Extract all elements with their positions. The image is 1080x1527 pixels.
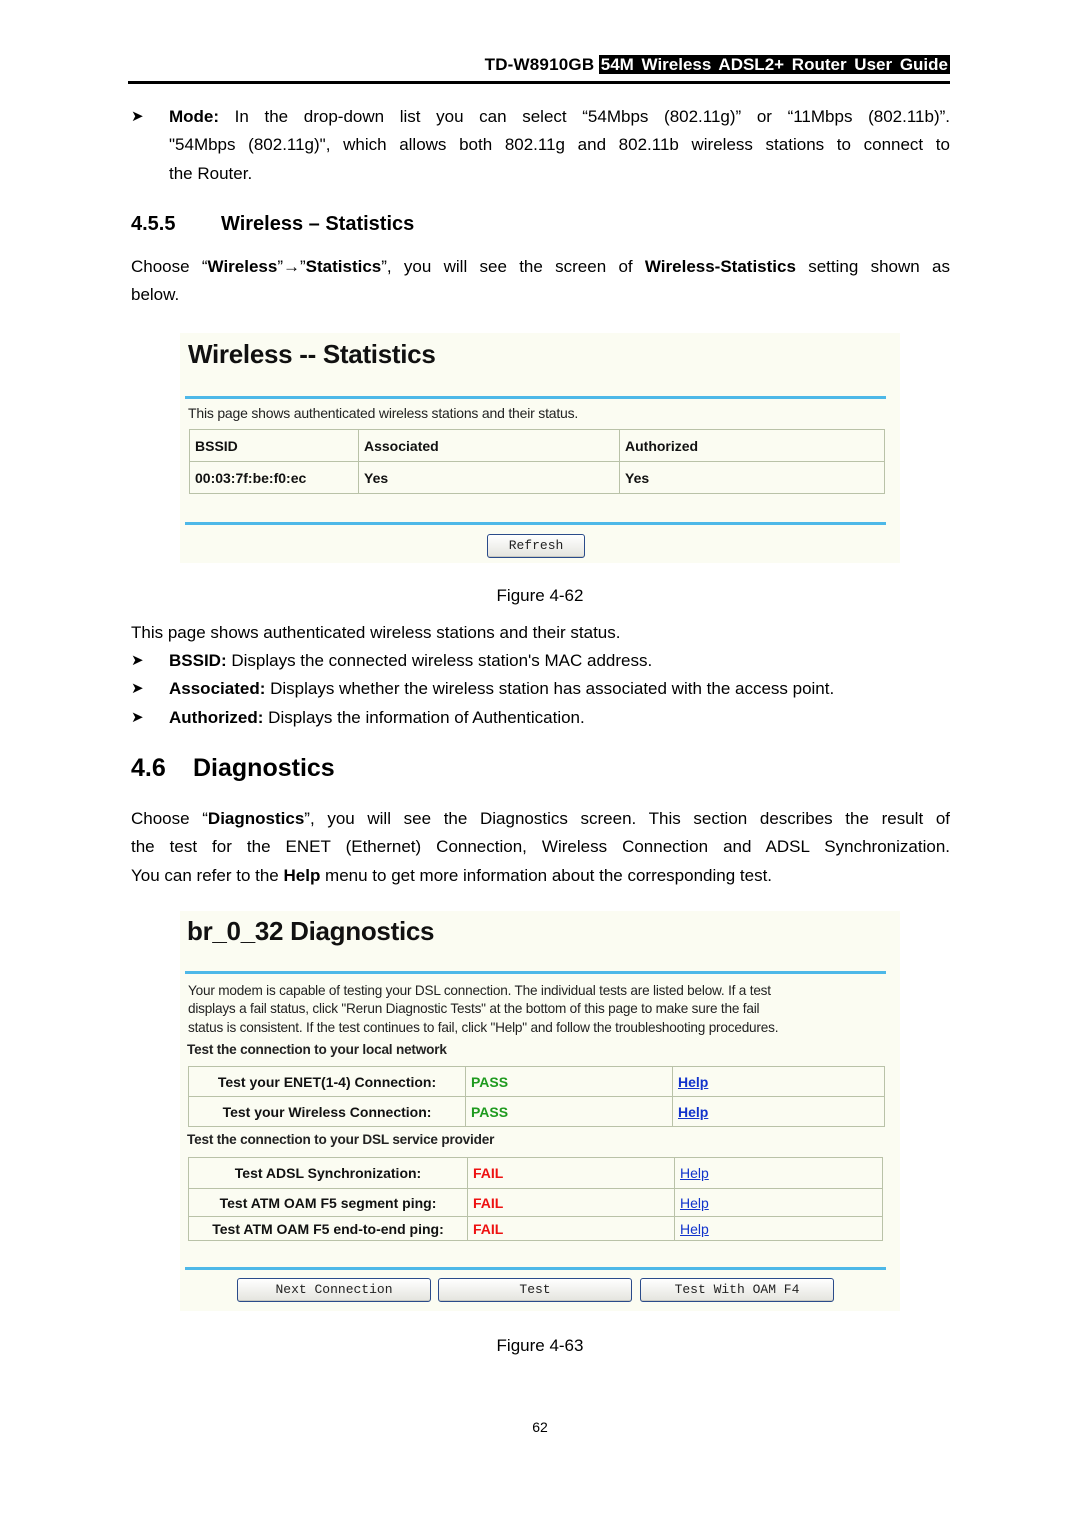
associated-bullet: ➤ Associated: Displays whether the wirel… [131,675,950,703]
table-row: Test ATM OAM F5 end-to-end ping: FAIL He… [188,1216,883,1241]
local-tests-table: Test your ENET(1-4) Connection: PASS Hel… [188,1066,885,1127]
test-label: Test your ENET(1-4) Connection: [188,1066,466,1097]
test-result-fail: FAIL [467,1157,675,1189]
bullet-arrow-icon: ➤ [131,652,144,669]
figure-caption-4-62: Figure 4-62 [496,586,584,605]
help-link[interactable]: Help [680,1165,709,1181]
diagnostics-description: Your modem is capable of testing your DS… [188,983,779,1035]
mode-bullet: ➤ Mode: In the drop-down list you can se… [131,103,950,188]
header-model: TD-W8910GB [484,55,595,74]
table-row: 00:03:7f:be:f0:ec Yes Yes [189,461,885,494]
figure-caption-4-63: Figure 4-63 [496,1336,584,1355]
test-button[interactable]: Test [438,1278,632,1302]
divider [185,1267,886,1270]
mode-line2: "54Mbps (802.11g)", which allows both 80… [169,135,950,155]
wireless-statistics-screenshot: Wireless -- Statistics This page shows a… [180,333,900,563]
help-link[interactable]: Help [680,1195,709,1211]
divider [185,396,886,399]
divider [185,971,886,974]
header-guide-title: 54M Wireless ADSL2+ Router User Guide [598,55,950,74]
bullet-arrow-icon: ➤ [131,680,144,697]
column-header-bssid: BSSID [189,429,359,462]
refresh-button[interactable]: Refresh [487,534,585,558]
cell-bssid: 00:03:7f:be:f0:ec [189,461,359,494]
table-header-row: BSSID Associated Authorized [189,429,885,462]
help-link[interactable]: Help [680,1221,709,1237]
section-heading-4-6: 4.6 Diagnostics [131,754,335,782]
column-header-authorized: Authorized [619,429,885,462]
dsl-tests-table: Test ADSL Synchronization: FAIL Help Tes… [188,1157,883,1241]
next-connection-button[interactable]: Next Connection [237,1278,431,1302]
test-result-fail: FAIL [467,1188,675,1217]
table-row: Test ADSL Synchronization: FAIL Help [188,1157,883,1189]
cell-associated: Yes [358,461,620,494]
help-link[interactable]: Help [678,1074,708,1090]
test-label: Test ATM OAM F5 segment ping: [188,1188,468,1217]
help-cell: Help [672,1096,885,1127]
test-label: Test your Wireless Connection: [188,1096,466,1127]
section-4-6-intro: Choose “Diagnostics”, you will see the D… [131,809,950,885]
test-result-pass: PASS [465,1066,673,1097]
bullet-arrow-icon: ➤ [131,108,144,125]
mode-label: Mode: [169,107,220,126]
divider [185,522,886,525]
stats-intro: This page shows authenticated wireless s… [131,623,621,642]
test-label: Test ADSL Synchronization: [188,1157,468,1189]
section-heading-4-5-5: 4.5.5 Wireless – Statistics [131,213,415,235]
help-cell: Help [674,1216,883,1241]
local-network-heading: Test the connection to your local networ… [187,1042,447,1057]
section-4-5-5-intro: Choose “Wireless”→”Statistics”, you will… [131,257,950,305]
stats-description: This page shows authenticated wireless s… [188,405,579,421]
cell-authorized: Yes [619,461,885,494]
page-number: 62 [532,1419,548,1435]
authorized-bullet: ➤ Authorized: Displays the information o… [131,704,950,732]
table-row: Test your Wireless Connection: PASS Help [188,1096,885,1127]
mode-line3: the Router. [169,163,253,183]
help-cell: Help [674,1157,883,1189]
diagnostics-screenshot: br_0_32 Diagnostics Your modem is capabl… [180,911,900,1311]
screenshot-title: br_0_32 Diagnostics [187,916,435,946]
screenshot-title: Wireless -- Statistics [188,339,436,369]
test-result-fail: FAIL [467,1216,675,1241]
dsl-provider-heading: Test the connection to your DSL service … [187,1132,495,1147]
page-header: TD-W8910GB 54M Wireless ADSL2+ Router Us… [128,55,950,84]
bssid-bullet: ➤ BSSID: Displays the connected wireless… [131,647,950,675]
help-cell: Help [672,1066,885,1097]
column-header-associated: Associated [358,429,620,462]
test-label: Test ATM OAM F5 end-to-end ping: [188,1216,468,1241]
test-with-oam-f4-button[interactable]: Test With OAM F4 [640,1278,834,1302]
help-link[interactable]: Help [678,1104,708,1120]
bullet-arrow-icon: ➤ [131,709,144,726]
test-result-pass: PASS [465,1096,673,1127]
table-row: Test your ENET(1-4) Connection: PASS Hel… [188,1066,885,1097]
stations-table: BSSID Associated Authorized 00:03:7f:be:… [189,429,885,494]
table-row: Test ATM OAM F5 segment ping: FAIL Help [188,1188,883,1217]
help-cell: Help [674,1188,883,1217]
